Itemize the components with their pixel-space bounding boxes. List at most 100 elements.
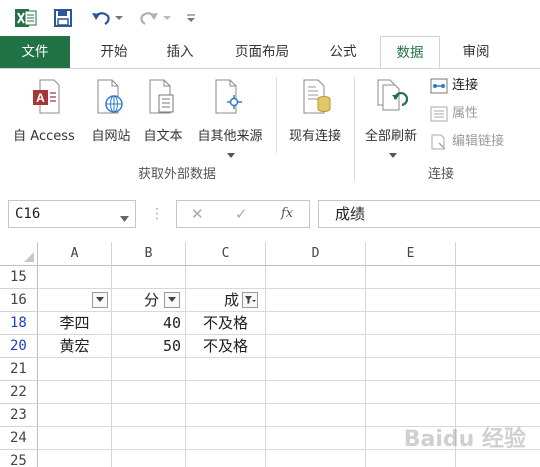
cell-d25[interactable] xyxy=(266,450,366,467)
cell-e22[interactable] xyxy=(366,381,456,404)
cell-f16[interactable] xyxy=(456,289,540,312)
name-box-value: C16 xyxy=(15,206,41,222)
cell-a20[interactable]: 黄宏 xyxy=(38,335,112,358)
cell-f15[interactable] xyxy=(456,266,540,289)
column-header-d[interactable]: D xyxy=(266,242,366,266)
tab-page-layout[interactable]: 页面布局 xyxy=(222,36,302,68)
cell-e15[interactable] xyxy=(366,266,456,289)
cell-e16[interactable] xyxy=(366,289,456,312)
cell-d16[interactable] xyxy=(266,289,366,312)
tab-file[interactable]: 文件 xyxy=(0,36,70,68)
cell-d15[interactable] xyxy=(266,266,366,289)
tab-home[interactable]: 开始 xyxy=(84,36,144,68)
tab-data[interactable]: 数据 xyxy=(380,36,440,68)
cell-d21[interactable] xyxy=(266,358,366,381)
cell-b18[interactable]: 40 xyxy=(112,312,186,335)
cell-d23[interactable] xyxy=(266,404,366,427)
cell-a15[interactable] xyxy=(38,266,112,289)
cell-c23[interactable] xyxy=(186,404,266,427)
row-header[interactable]: 20 xyxy=(0,335,38,358)
refresh-all-button[interactable]: 全部刷新 xyxy=(356,75,426,159)
cell-e20[interactable] xyxy=(366,335,456,358)
ribbon-data: A 自 Access 自网站 自文本 自其他来源 现有连接 获取外部数据 全部刷… xyxy=(0,69,540,187)
cell-f20[interactable] xyxy=(456,335,540,358)
cell-d22[interactable] xyxy=(266,381,366,404)
cell-b23[interactable] xyxy=(112,404,186,427)
enter-icon[interactable]: ✓ xyxy=(235,201,248,227)
cell-a24[interactable] xyxy=(38,427,112,450)
filter-dropdown-button[interactable] xyxy=(164,292,180,308)
column-header-f[interactable] xyxy=(456,242,540,266)
cell-b21[interactable] xyxy=(112,358,186,381)
cancel-icon[interactable]: ✕ xyxy=(191,201,204,227)
cell-a16[interactable] xyxy=(38,289,112,312)
insert-function-icon[interactable]: fx xyxy=(281,201,293,227)
connections-icon xyxy=(430,78,448,98)
customize-qat-icon[interactable] xyxy=(184,6,198,30)
tab-insert[interactable]: 插入 xyxy=(150,36,210,68)
cell-a18[interactable]: 李四 xyxy=(38,312,112,335)
name-box[interactable]: C16 xyxy=(8,200,136,228)
redo-dropdown-icon[interactable] xyxy=(162,6,172,30)
cell-b16[interactable]: 分 xyxy=(112,289,186,312)
dropdown-arrow-icon xyxy=(389,147,397,162)
cell-b22[interactable] xyxy=(112,381,186,404)
cell-c22[interactable] xyxy=(186,381,266,404)
row-header[interactable]: 16 xyxy=(0,289,38,312)
row-header[interactable]: 24 xyxy=(0,427,38,450)
row-header[interactable]: 25 xyxy=(0,450,38,467)
cell-b15[interactable] xyxy=(112,266,186,289)
cell-a22[interactable] xyxy=(38,381,112,404)
from-access-button[interactable]: A 自 Access xyxy=(4,75,84,145)
row-header[interactable]: 22 xyxy=(0,381,38,404)
cell-b20[interactable]: 50 xyxy=(112,335,186,358)
connections-button[interactable]: 连接 xyxy=(430,77,530,97)
from-other-sources-button[interactable]: 自其他来源 xyxy=(190,75,270,159)
cell-c24[interactable] xyxy=(186,427,266,450)
cell-c16[interactable]: 成 xyxy=(186,289,266,312)
column-header-e[interactable]: E xyxy=(366,242,456,266)
save-icon[interactable] xyxy=(52,6,74,30)
row-header[interactable]: 15 xyxy=(0,266,38,289)
row-header[interactable]: 18 xyxy=(0,312,38,335)
from-other-label: 自其他来源 xyxy=(197,129,263,144)
cell-c25[interactable] xyxy=(186,450,266,467)
undo-dropdown-icon[interactable] xyxy=(114,6,124,30)
cell-c18[interactable]: 不及格 xyxy=(186,312,266,335)
redo-icon[interactable] xyxy=(138,6,160,30)
cell-c21[interactable] xyxy=(186,358,266,381)
cell-e18[interactable] xyxy=(366,312,456,335)
cell-d18[interactable] xyxy=(266,312,366,335)
properties-button: 属性 xyxy=(430,105,530,125)
cell-a23[interactable] xyxy=(38,404,112,427)
cell-a25[interactable] xyxy=(38,450,112,467)
filter-active-button[interactable] xyxy=(242,292,258,308)
cell-b25[interactable] xyxy=(112,450,186,467)
cell-d20[interactable] xyxy=(266,335,366,358)
row-header[interactable]: 23 xyxy=(0,404,38,427)
filter-dropdown-button[interactable] xyxy=(92,292,108,308)
column-header-b[interactable]: B xyxy=(112,242,186,266)
cell-e21[interactable] xyxy=(366,358,456,381)
cell-f18[interactable] xyxy=(456,312,540,335)
formula-input[interactable]: 成绩 xyxy=(318,200,540,228)
column-header-a[interactable]: A xyxy=(38,242,112,266)
get-external-data-group-label: 获取外部数据 xyxy=(137,167,216,182)
cell-c20[interactable]: 不及格 xyxy=(186,335,266,358)
cell-d24[interactable] xyxy=(266,427,366,450)
cell-b24[interactable] xyxy=(112,427,186,450)
tab-formulas[interactable]: 公式 xyxy=(310,36,376,68)
cell-a21[interactable] xyxy=(38,358,112,381)
row-header[interactable]: 21 xyxy=(0,358,38,381)
undo-icon[interactable] xyxy=(90,6,112,30)
from-text-button[interactable]: 自文本 xyxy=(138,75,188,145)
existing-connections-button[interactable]: 现有连接 xyxy=(280,75,350,145)
cell-f21[interactable] xyxy=(456,358,540,381)
select-all-corner[interactable] xyxy=(0,242,38,266)
name-box-dropdown-icon[interactable] xyxy=(120,211,129,226)
column-header-c[interactable]: C xyxy=(186,242,266,266)
tab-review[interactable]: 审阅 xyxy=(446,36,506,68)
from-web-button[interactable]: 自网站 xyxy=(86,75,136,145)
cell-c15[interactable] xyxy=(186,266,266,289)
cell-f22[interactable] xyxy=(456,381,540,404)
